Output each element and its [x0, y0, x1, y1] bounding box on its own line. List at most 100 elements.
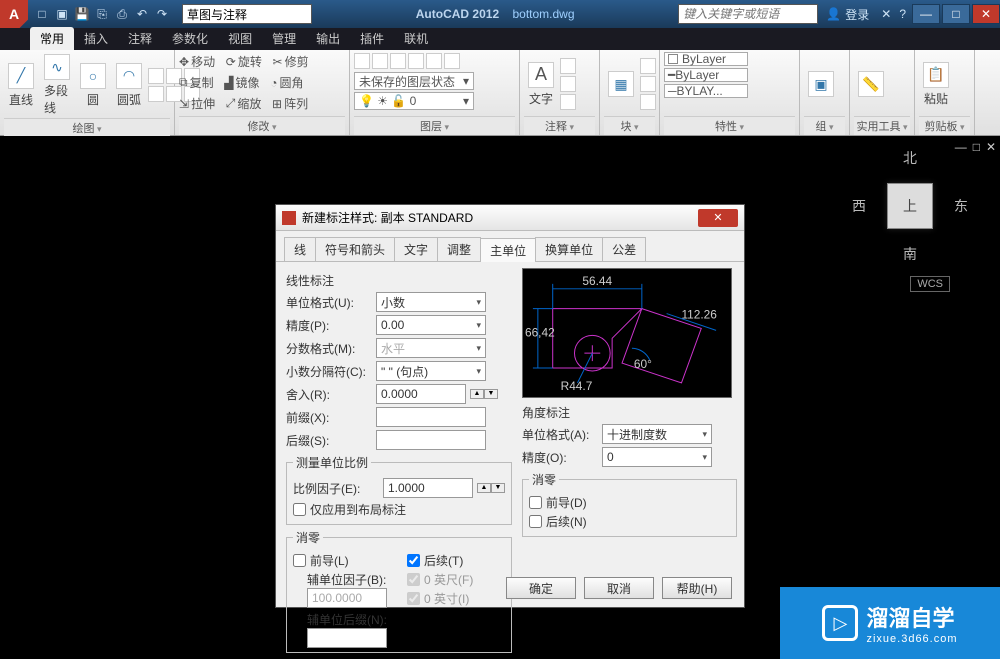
scale-up[interactable]: ▲: [477, 483, 491, 493]
save-icon[interactable]: 💾: [74, 6, 90, 22]
wcs-badge[interactable]: WCS: [910, 276, 950, 292]
cancel-button[interactable]: 取消: [584, 577, 654, 599]
move-label[interactable]: 移动: [191, 53, 215, 70]
polyline-button[interactable]: ∿多段线: [40, 52, 74, 118]
group-button[interactable]: ▣: [804, 69, 838, 99]
saveas-icon[interactable]: ⎘: [94, 6, 110, 22]
tab-manage[interactable]: 管理: [262, 27, 306, 50]
login-button[interactable]: 👤 登录: [826, 6, 869, 23]
measure-button[interactable]: 📏: [854, 69, 888, 99]
panel-draw-title[interactable]: 绘图: [4, 118, 170, 137]
mirror-label[interactable]: 镜像: [236, 74, 260, 91]
tab-parametric[interactable]: 参数化: [162, 27, 218, 50]
viewcube-north[interactable]: 北: [903, 148, 917, 168]
doc-max-icon[interactable]: □: [973, 140, 980, 154]
ok-button[interactable]: 确定: [506, 577, 576, 599]
viewcube-south[interactable]: 南: [903, 244, 917, 264]
annotate-flyout[interactable]: [560, 58, 576, 110]
help-icon[interactable]: ?: [899, 7, 906, 21]
panel-annotate-title[interactable]: 注释: [524, 116, 595, 135]
ang-precision-combo[interactable]: 0: [602, 447, 712, 467]
prefix-input[interactable]: [376, 407, 486, 427]
precision-combo[interactable]: 0.00: [376, 315, 486, 335]
viewcube-top[interactable]: 上: [887, 183, 933, 229]
doc-close-icon[interactable]: ✕: [986, 140, 996, 154]
tab-annotate[interactable]: 注释: [118, 27, 162, 50]
panel-props-title[interactable]: 特性: [664, 116, 795, 135]
linetype-combo[interactable]: ─ BYLAY...: [664, 84, 748, 98]
tab-fit[interactable]: 调整: [437, 237, 481, 261]
fillet-label[interactable]: 圆角: [279, 74, 303, 91]
ang-leading-check[interactable]: [529, 496, 542, 509]
rotate-label[interactable]: 旋转: [238, 53, 262, 70]
tab-insert[interactable]: 插入: [74, 27, 118, 50]
new-icon[interactable]: □: [34, 6, 50, 22]
round-input[interactable]: 0.0000: [376, 384, 466, 404]
panel-clip-title[interactable]: 剪贴板: [919, 116, 970, 135]
layer-combo[interactable]: 💡 ☀ 🔓 0▾: [354, 92, 474, 110]
leading-check[interactable]: [293, 554, 306, 567]
color-combo[interactable]: ByLayer: [664, 52, 748, 66]
tab-tolerance[interactable]: 公差: [602, 237, 646, 261]
layer-state-combo[interactable]: 未保存的图层状态▾: [354, 72, 474, 90]
trailing-check[interactable]: [407, 554, 420, 567]
suffix-input[interactable]: [376, 430, 486, 450]
viewcube-east[interactable]: 东: [954, 196, 968, 216]
line-button[interactable]: ╱直线: [4, 61, 38, 110]
trim-label[interactable]: 修剪: [285, 53, 309, 70]
insert-block-button[interactable]: ▦: [604, 69, 638, 99]
scale-down[interactable]: ▼: [491, 483, 505, 493]
workspace-combo[interactable]: [182, 4, 312, 24]
maximize-button[interactable]: □: [942, 4, 970, 24]
print-icon[interactable]: ⎙: [114, 6, 130, 22]
array-label[interactable]: 阵列: [284, 95, 308, 112]
tab-primary-units[interactable]: 主单位: [480, 238, 536, 262]
dialog-close-button[interactable]: ✕: [698, 209, 738, 227]
lineweight-combo[interactable]: ━ ByLayer: [664, 68, 748, 82]
ang-trailing-check[interactable]: [529, 515, 542, 528]
layer-tools[interactable]: [354, 53, 460, 69]
tab-view[interactable]: 视图: [218, 27, 262, 50]
panel-layers-title[interactable]: 图层: [354, 116, 515, 135]
round-up[interactable]: ▲: [470, 389, 484, 399]
view-cube[interactable]: 上 北 南 西 东: [860, 156, 960, 256]
dialog-titlebar[interactable]: 新建标注样式: 副本 STANDARD ✕: [276, 205, 744, 231]
circle-button[interactable]: ○圆: [76, 61, 110, 110]
scale-factor-input[interactable]: 1.0000: [383, 478, 473, 498]
ang-format-combo[interactable]: 十进制度数: [602, 424, 712, 444]
help-search-input[interactable]: [678, 4, 818, 24]
arc-button[interactable]: ◠圆弧: [112, 61, 146, 110]
tab-plugins[interactable]: 插件: [350, 27, 394, 50]
paste-button[interactable]: 📋粘贴: [919, 60, 953, 109]
minimize-button[interactable]: —: [912, 4, 940, 24]
tab-alt-units[interactable]: 换算单位: [535, 237, 603, 261]
doc-min-icon[interactable]: —: [955, 140, 967, 154]
tab-text[interactable]: 文字: [394, 237, 438, 261]
tab-output[interactable]: 输出: [306, 27, 350, 50]
panel-util-title[interactable]: 实用工具: [854, 116, 910, 135]
viewcube-west[interactable]: 西: [852, 196, 866, 216]
block-flyout[interactable]: [640, 58, 656, 110]
tab-online[interactable]: 联机: [394, 27, 438, 50]
exchange-icon[interactable]: ✕: [881, 7, 891, 21]
app-logo[interactable]: A: [0, 0, 28, 28]
open-icon[interactable]: ▣: [54, 6, 70, 22]
tab-lines[interactable]: 线: [284, 237, 316, 261]
round-down[interactable]: ▼: [484, 389, 498, 399]
tab-home[interactable]: 常用: [30, 27, 74, 50]
tab-symbols[interactable]: 符号和箭头: [315, 237, 395, 261]
panel-block-title[interactable]: 块: [604, 116, 655, 135]
unit-format-combo[interactable]: 小数: [376, 292, 486, 312]
scale-label[interactable]: 缩放: [237, 95, 261, 112]
redo-icon[interactable]: ↷: [154, 6, 170, 22]
layout-only-check[interactable]: [293, 503, 306, 516]
help-button[interactable]: 帮助(H): [662, 577, 732, 599]
panel-group-title[interactable]: 组: [804, 116, 845, 135]
panel-modify-title[interactable]: 修改: [179, 116, 345, 135]
copy-label[interactable]: 复制: [190, 74, 214, 91]
text-button[interactable]: A文字: [524, 60, 558, 109]
undo-icon[interactable]: ↶: [134, 6, 150, 22]
close-button[interactable]: ✕: [972, 4, 1000, 24]
stretch-label[interactable]: 拉伸: [191, 95, 215, 112]
decimal-sep-combo[interactable]: " " (句点): [376, 361, 486, 381]
